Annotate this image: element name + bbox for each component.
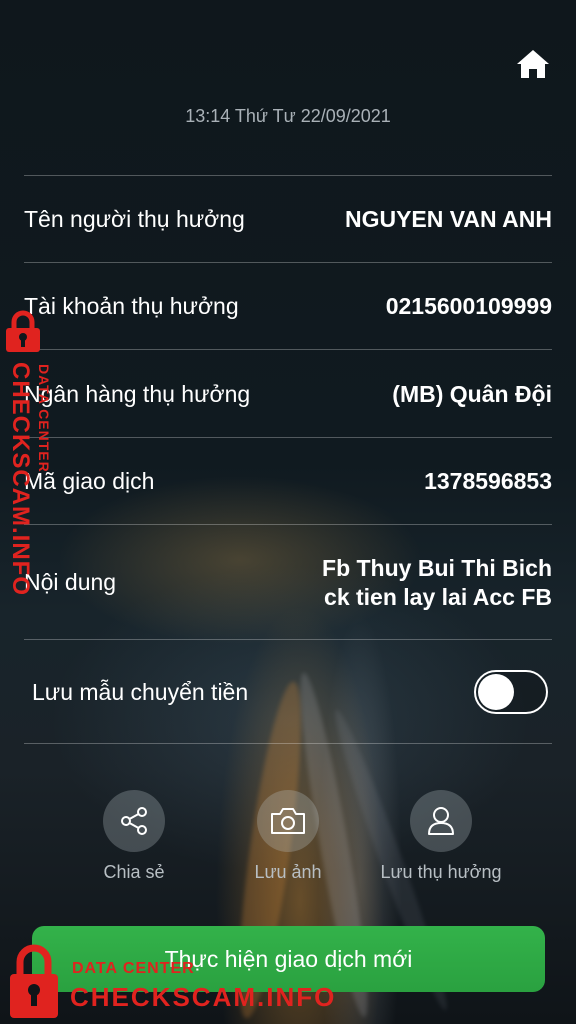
save-image-button[interactable]: Lưu ảnh (213, 790, 363, 883)
camera-icon-circle (257, 790, 319, 852)
content-value-line: ck tien lay lai Acc FB (324, 583, 552, 610)
divider (24, 743, 552, 744)
watermark-bottom-big: CHECKSCAM.INFO (70, 982, 337, 1012)
divider (24, 639, 552, 640)
watermark-bottom: DATA CENTER CHECKSCAM.INFO (8, 944, 368, 1022)
share-label: Chia sẻ (103, 862, 165, 882)
share-icon-circle (103, 790, 165, 852)
transaction-datetime: 13:14 Thứ Tư 22/09/2021 (185, 106, 391, 126)
transfer-receipt-screen: 13:14 Thứ Tư 22/09/2021 Tên người thụ hư… (0, 0, 576, 1024)
beneficiary-account-row: Tài khoản thụ hưởng 0215600109999 (24, 262, 552, 350)
beneficiary-bank-row: Ngân hàng thụ hưởng (MB) Quân Đội (24, 349, 552, 438)
beneficiary-account-value: 0215600109999 (385, 293, 552, 319)
watermark-side-big: CHECKSCAM.INFO (7, 362, 34, 596)
user-icon-circle (410, 790, 472, 852)
row-label: Tên người thụ hưởng (24, 206, 245, 232)
lock-icon (6, 310, 40, 352)
save-template-label: Lưu mẫu chuyển tiền (32, 678, 249, 705)
toggle-knob (478, 674, 514, 710)
beneficiary-bank-value: (MB) Quân Đội (392, 380, 552, 407)
action-bar: Chia sẻ Lưu ảnh Lưu thụ hưởng (0, 790, 576, 890)
watermark-side: CHECKSCAM.INFO DATA CENTER (2, 310, 62, 600)
save-beneficiary-label: Lưu thụ hưởng (380, 862, 502, 882)
share-icon (121, 807, 147, 835)
save-template-row: Lưu mẫu chuyển tiền (32, 642, 548, 742)
content-value: Fb Thuy Bui Thi Bich ck tien lay lai Acc… (322, 554, 552, 612)
transaction-code-row: Mã giao dịch 1378596853 (24, 437, 552, 525)
camera-icon (271, 808, 305, 834)
beneficiary-name-value: NGUYEN VAN ANH (344, 206, 552, 232)
content-row: Nội dung Fb Thuy Bui Thi Bich ck tien la… (24, 524, 552, 640)
content-value-line: Fb Thuy Bui Thi Bich (322, 554, 552, 581)
watermark-side-small: DATA CENTER (36, 364, 52, 473)
home-icon[interactable] (516, 48, 550, 80)
user-icon (428, 807, 454, 835)
share-button[interactable]: Chia sẻ (59, 790, 209, 883)
save-template-toggle[interactable] (474, 670, 548, 714)
save-image-label: Lưu ảnh (254, 862, 322, 882)
transaction-code-value: 1378596853 (424, 468, 552, 494)
watermark-bottom-small: DATA CENTER (72, 960, 195, 977)
beneficiary-name-row: Tên người thụ hưởng NGUYEN VAN ANH (24, 175, 552, 263)
save-beneficiary-button[interactable]: Lưu thụ hưởng (366, 790, 516, 883)
lock-icon (10, 944, 58, 1018)
